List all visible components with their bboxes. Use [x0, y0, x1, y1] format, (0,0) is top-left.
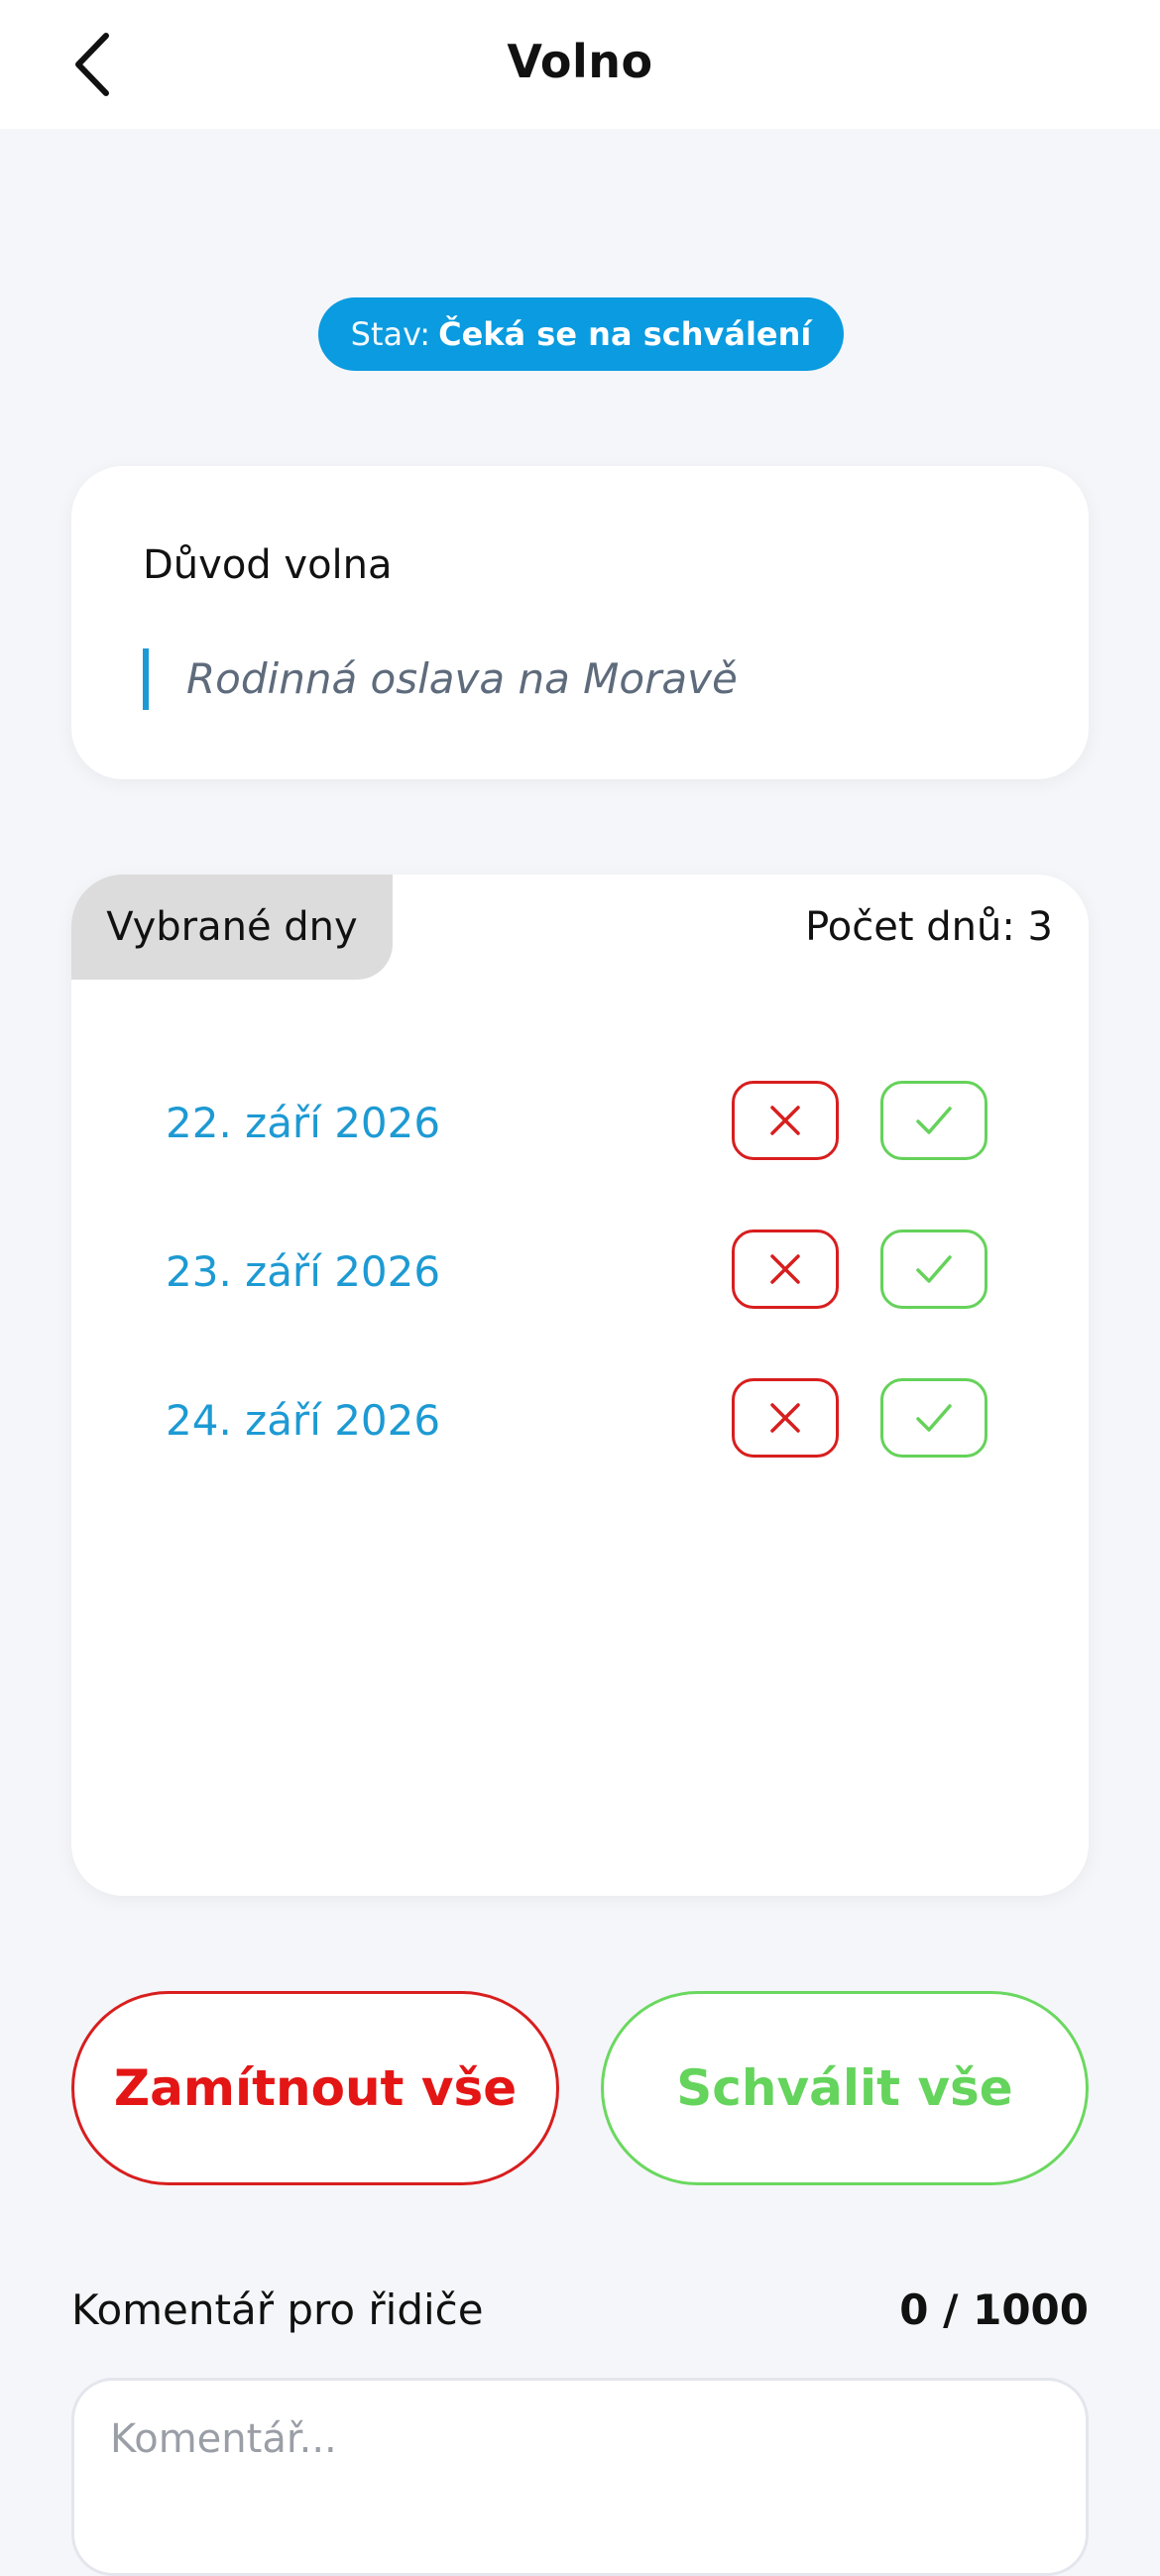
day-row: 24. září 2026 — [71, 1378, 1089, 1464]
day-row: 22. září 2026 — [71, 1081, 1089, 1166]
check-icon — [916, 1404, 952, 1432]
days-count: Počet dnů: 3 — [805, 904, 1053, 950]
approve-day-button[interactable] — [880, 1229, 987, 1309]
comment-label: Komentář pro řidiče — [71, 2285, 484, 2334]
reason-text: Rodinná oslava na Moravě — [143, 648, 738, 710]
check-icon — [916, 1255, 952, 1283]
reject-day-button[interactable] — [732, 1081, 839, 1160]
comment-input[interactable] — [71, 2378, 1089, 2576]
reject-all-button[interactable]: Zamítnout vše — [71, 1991, 559, 2185]
day-row: 23. září 2026 — [71, 1229, 1089, 1315]
selected-days-card: Vybrané dny Počet dnů: 3 22. září 2026 2… — [71, 875, 1089, 1896]
comment-counter: 0 / 1000 — [899, 2285, 1089, 2334]
close-icon — [770, 1254, 800, 1284]
approve-day-button[interactable] — [880, 1378, 987, 1458]
status-value: Čeká se na schválení — [438, 315, 812, 353]
day-date: 23. září 2026 — [166, 1247, 441, 1296]
reject-day-button[interactable] — [732, 1229, 839, 1309]
approve-all-button[interactable]: Schválit vše — [601, 1991, 1089, 2185]
selected-days-tab: Vybrané dny — [71, 875, 393, 980]
day-date: 22. září 2026 — [166, 1099, 441, 1147]
status-badge: Stav: Čeká se na schválení — [318, 297, 844, 371]
close-icon — [770, 1106, 800, 1135]
day-date: 24. září 2026 — [166, 1396, 441, 1445]
approve-day-button[interactable] — [880, 1081, 987, 1160]
page-title: Volno — [507, 35, 653, 88]
reject-day-button[interactable] — [732, 1378, 839, 1458]
status-prefix: Stav: — [350, 315, 431, 353]
reason-title: Důvod volna — [143, 542, 393, 588]
app-header: Volno — [0, 0, 1160, 129]
reason-card: Důvod volna Rodinná oslava na Moravě — [71, 466, 1089, 779]
check-icon — [916, 1107, 952, 1134]
close-icon — [770, 1403, 800, 1433]
